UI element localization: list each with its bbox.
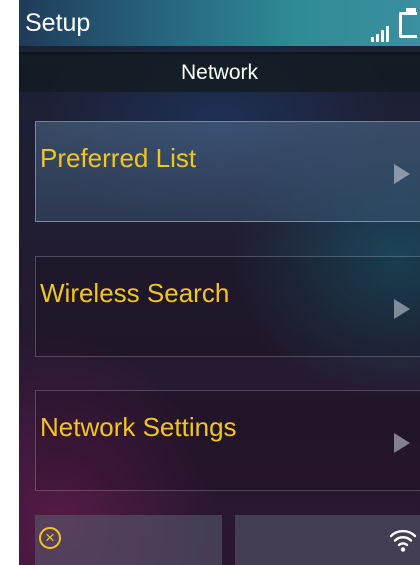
app-title: Setup <box>25 9 91 37</box>
chevron-right-icon <box>394 164 410 184</box>
menu-item-wireless-search[interactable]: Wireless Search <box>35 256 420 357</box>
chevron-right-icon <box>394 433 410 453</box>
signal-bars-icon <box>371 26 393 42</box>
menu-item-label: Network Settings <box>40 412 237 442</box>
page-title: Network <box>180 61 259 84</box>
menu-item-label: Preferred List <box>40 143 197 173</box>
menu-item-network-settings[interactable]: Network Settings <box>35 390 420 491</box>
chevron-right-icon <box>394 299 410 319</box>
softkey-right[interactable] <box>235 515 420 565</box>
softkey-left[interactable]: × <box>35 515 222 565</box>
title-bar: Network <box>19 52 420 92</box>
cancel-icon: × <box>39 527 61 549</box>
phone-screen: Setup Network Preferred List Wireless Se… <box>19 0 420 565</box>
menu-item-preferred-list[interactable]: Preferred List <box>35 121 420 222</box>
wifi-icon <box>389 529 417 552</box>
battery-icon <box>399 8 417 38</box>
status-bar: Setup <box>19 0 420 46</box>
menu-item-label: Wireless Search <box>40 278 230 308</box>
